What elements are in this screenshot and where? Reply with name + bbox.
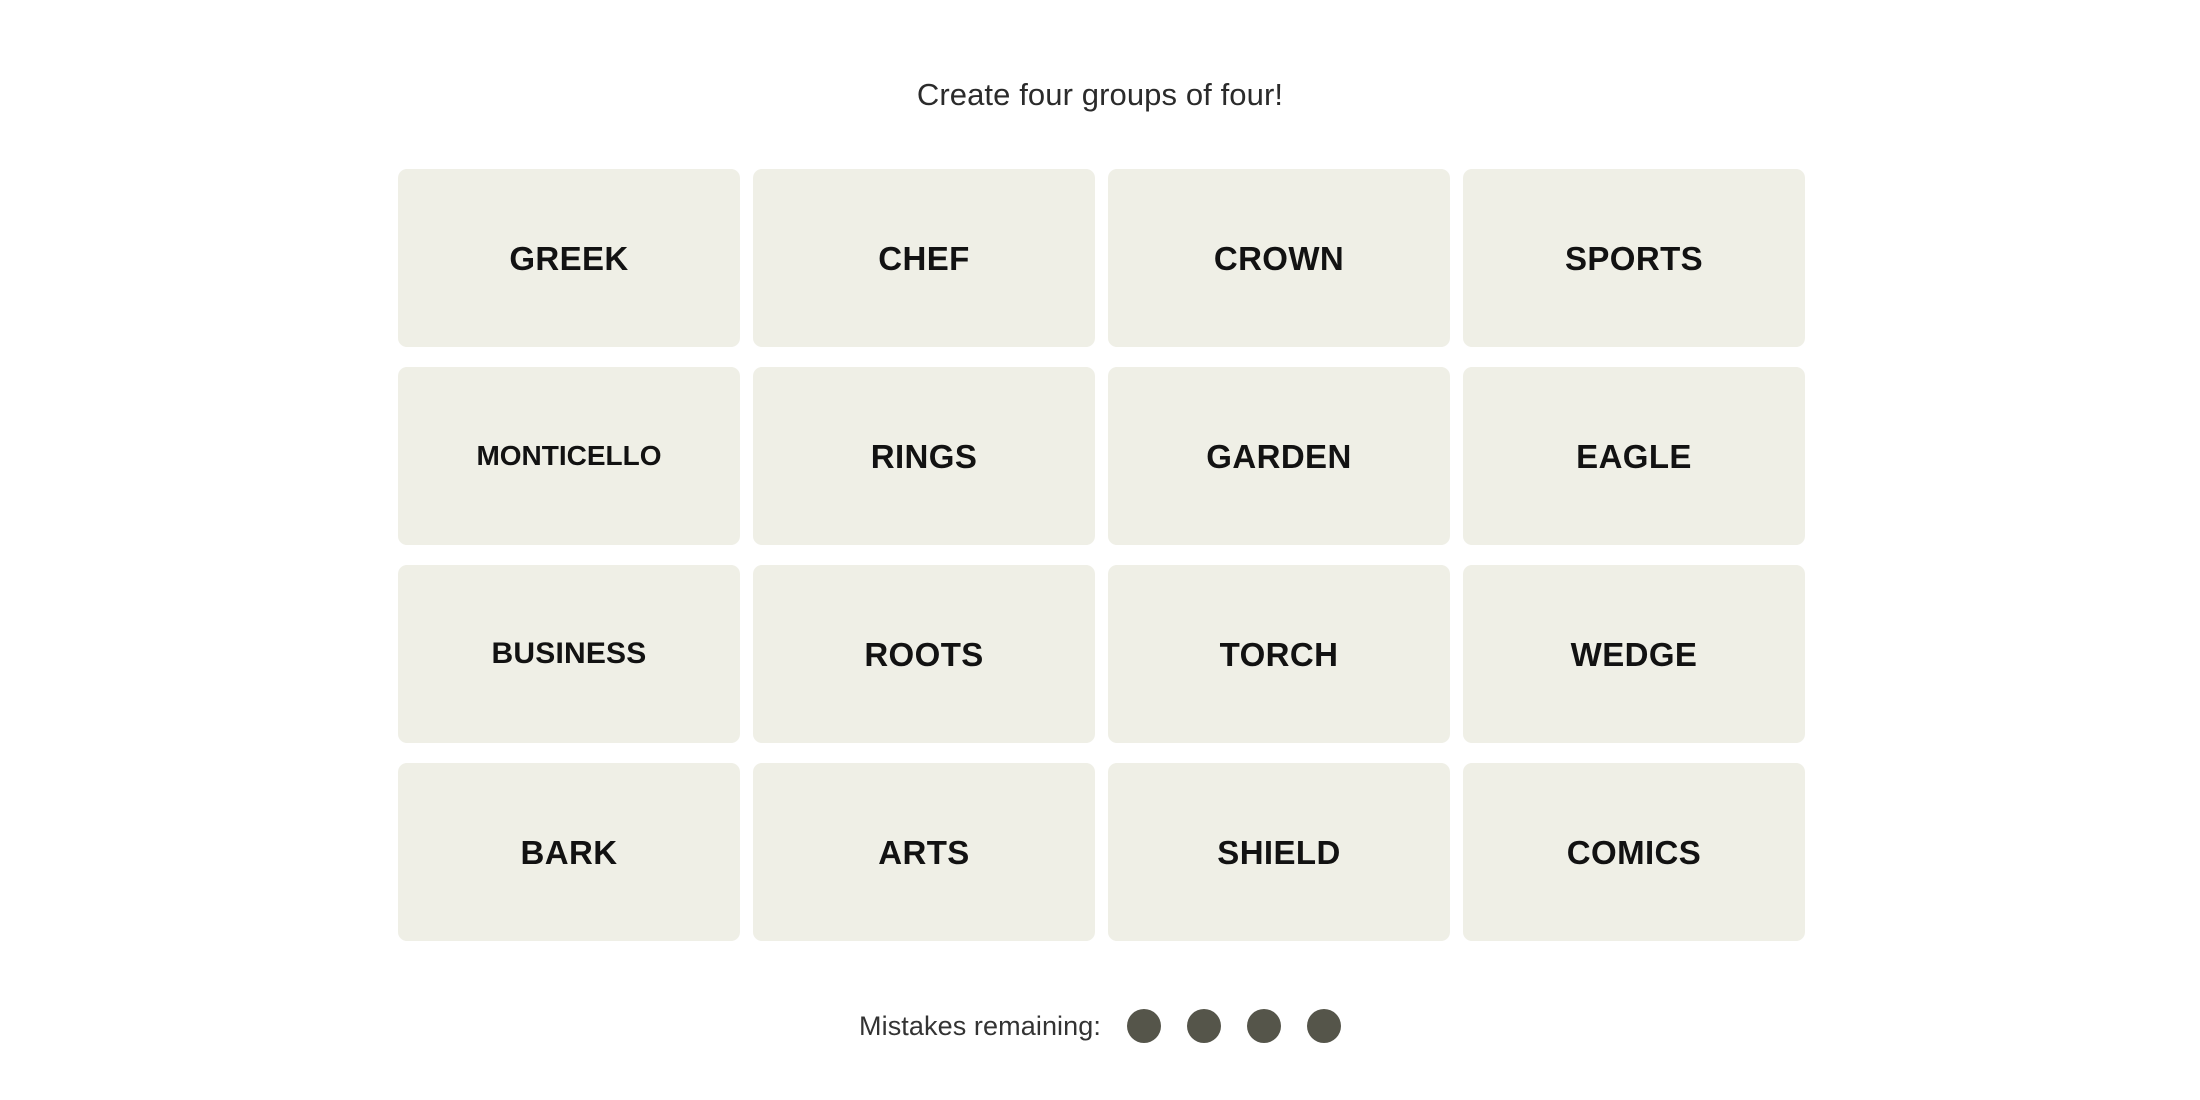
- word-tile[interactable]: BUSINESS: [398, 565, 740, 743]
- word-tile-label: SHIELD: [1217, 833, 1341, 871]
- word-tile[interactable]: SHIELD: [1108, 763, 1450, 941]
- word-tile[interactable]: COMICS: [1463, 763, 1805, 941]
- word-tile[interactable]: SPORTS: [1463, 169, 1805, 347]
- word-tile-label: EAGLE: [1576, 437, 1692, 475]
- word-tile-label: GREEK: [509, 239, 629, 277]
- word-tile-label: WEDGE: [1570, 635, 1698, 673]
- word-tile[interactable]: BARK: [398, 763, 740, 941]
- word-tile[interactable]: TORCH: [1108, 565, 1450, 743]
- word-tile-label: CHEF: [878, 239, 970, 277]
- word-tile-label: TORCH: [1219, 635, 1339, 673]
- mistake-dot-icon: [1307, 1009, 1341, 1043]
- word-tile-label: MONTICELLO: [476, 440, 662, 471]
- word-tile[interactable]: CHEF: [753, 169, 1095, 347]
- word-tile-label: ROOTS: [864, 635, 984, 673]
- word-grid: GREEK CHEF CROWN SPORTS MONTICELLO RINGS GARDE…: [398, 169, 1805, 943]
- word-tile[interactable]: MONTICELLO: [398, 367, 740, 545]
- connections-game: Create four groups of four! GREEK CHEF CRO…: [0, 0, 2200, 1100]
- word-tile-label: BARK: [520, 833, 618, 871]
- mistakes-remaining: Mistakes remaining:: [0, 1006, 2200, 1046]
- word-tile-label: GARDEN: [1206, 437, 1352, 475]
- word-tile-label: RINGS: [870, 437, 978, 475]
- mistakes-dots: [1127, 1009, 1341, 1043]
- word-tile[interactable]: RINGS: [753, 367, 1095, 545]
- word-tile[interactable]: WEDGE: [1463, 565, 1805, 743]
- word-tile[interactable]: CROWN: [1108, 169, 1450, 347]
- word-tile[interactable]: EAGLE: [1463, 367, 1805, 545]
- mistake-dot-icon: [1127, 1009, 1161, 1043]
- word-tile[interactable]: ARTS: [753, 763, 1095, 941]
- mistakes-remaining-label: Mistakes remaining:: [859, 1010, 1101, 1041]
- word-tile[interactable]: ROOTS: [753, 565, 1095, 743]
- word-tile-label: ARTS: [878, 833, 970, 871]
- word-tile-label: BUSINESS: [491, 637, 647, 670]
- mistake-dot-icon: [1187, 1009, 1221, 1043]
- word-tile-label: CROWN: [1213, 239, 1345, 277]
- word-tile[interactable]: GARDEN: [1108, 367, 1450, 545]
- word-tile-label: SPORTS: [1564, 239, 1704, 277]
- word-tile-label: COMICS: [1566, 833, 1702, 871]
- mistake-dot-icon: [1247, 1009, 1281, 1043]
- page-title: Create four groups of four!: [916, 77, 1284, 112]
- word-tile[interactable]: GREEK: [398, 169, 740, 347]
